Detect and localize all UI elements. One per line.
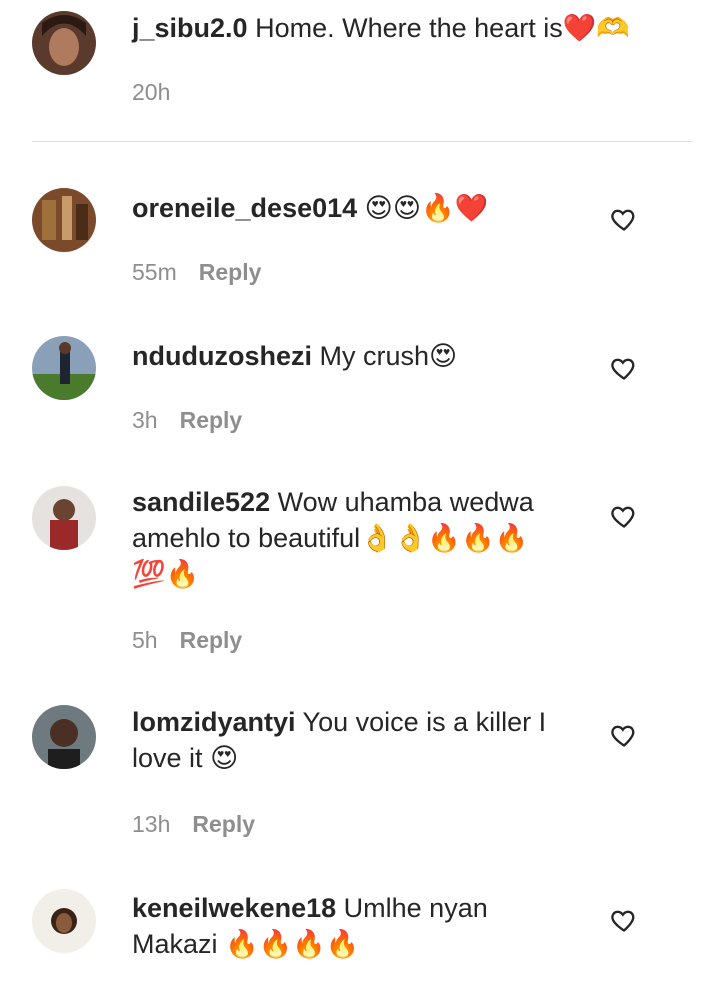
username[interactable]: lomzidyantyi	[132, 707, 296, 737]
timestamp: 3h	[132, 407, 158, 433]
comment-meta: 55m Reply	[132, 259, 261, 286]
timestamp: 13h	[132, 811, 171, 837]
username[interactable]: sandile522	[132, 487, 270, 517]
avatar[interactable]	[32, 11, 96, 75]
reply-button[interactable]: Reply	[180, 627, 243, 653]
comment-meta: 13h Reply	[132, 811, 255, 838]
comment-emojis: 😍	[210, 743, 239, 774]
timestamp: 5h	[132, 627, 158, 653]
like-heart-icon[interactable]	[610, 354, 638, 382]
like-heart-icon[interactable]	[610, 906, 638, 934]
comment-line: Makazi 🔥🔥🔥🔥	[132, 926, 360, 963]
caption-emojis: ❤️🫶	[562, 13, 630, 44]
like-heart-icon[interactable]	[610, 721, 638, 749]
comment-text: Wow uhamba wedwa	[277, 487, 534, 517]
comment-text: My crush	[319, 341, 430, 371]
divider	[32, 141, 692, 142]
caption-text: Home. Where the heart is	[255, 13, 563, 43]
comment-text: amehlo to beautiful	[132, 523, 361, 553]
reply-button[interactable]: Reply	[180, 407, 243, 433]
comment-text: Makazi	[132, 929, 218, 959]
username[interactable]: oreneile_dese014	[132, 193, 357, 223]
comment-line: lomzidyantyi You voice is a killer I	[132, 704, 546, 740]
like-heart-icon[interactable]	[610, 502, 638, 530]
comment-line: 💯🔥	[132, 556, 199, 593]
comment-text: You voice is a killer I	[302, 707, 547, 737]
avatar[interactable]	[32, 188, 96, 252]
comment-text: love it	[132, 743, 203, 773]
username[interactable]: j_sibu2.0	[132, 13, 248, 43]
timestamp: 55m	[132, 259, 177, 285]
avatar[interactable]	[32, 336, 96, 400]
comment-emojis: 😍😍🔥❤️	[364, 193, 489, 224]
comment-emojis: 💯🔥	[132, 559, 200, 590]
avatar[interactable]	[32, 705, 96, 769]
comment-line: keneilwekene18 Umlhe nyan	[132, 890, 488, 926]
comment-line: amehlo to beautiful👌👌🔥🔥🔥	[132, 520, 528, 557]
comment-line: oreneile_dese014 😍😍🔥❤️	[132, 190, 488, 227]
comment-emojis: 👌👌🔥🔥🔥	[360, 523, 529, 554]
comment-meta: 3h Reply	[132, 407, 242, 434]
timestamp: 20h	[132, 79, 171, 105]
reply-button[interactable]: Reply	[199, 259, 262, 285]
reply-button[interactable]: Reply	[192, 811, 255, 837]
like-heart-icon[interactable]	[610, 205, 638, 233]
comment-emojis: 😍	[429, 341, 458, 372]
comment-line: nduduzoshezi My crush😍	[132, 338, 457, 375]
post-caption: j_sibu2.0 Home. Where the heart is❤️🫶 20…	[0, 0, 720, 142]
username[interactable]: nduduzoshezi	[132, 341, 312, 371]
comment-line: sandile522 Wow uhamba wedwa	[132, 484, 534, 520]
caption-line: j_sibu2.0 Home. Where the heart is❤️🫶	[132, 10, 630, 47]
comment-text: Umlhe nyan	[343, 893, 488, 923]
avatar[interactable]	[32, 486, 96, 550]
comment-meta: 5h Reply	[132, 627, 242, 654]
avatar[interactable]	[32, 889, 96, 953]
username[interactable]: keneilwekene18	[132, 893, 336, 923]
comment-emojis: 🔥🔥🔥🔥	[225, 929, 360, 960]
comment-line: love it 😍	[132, 740, 238, 777]
